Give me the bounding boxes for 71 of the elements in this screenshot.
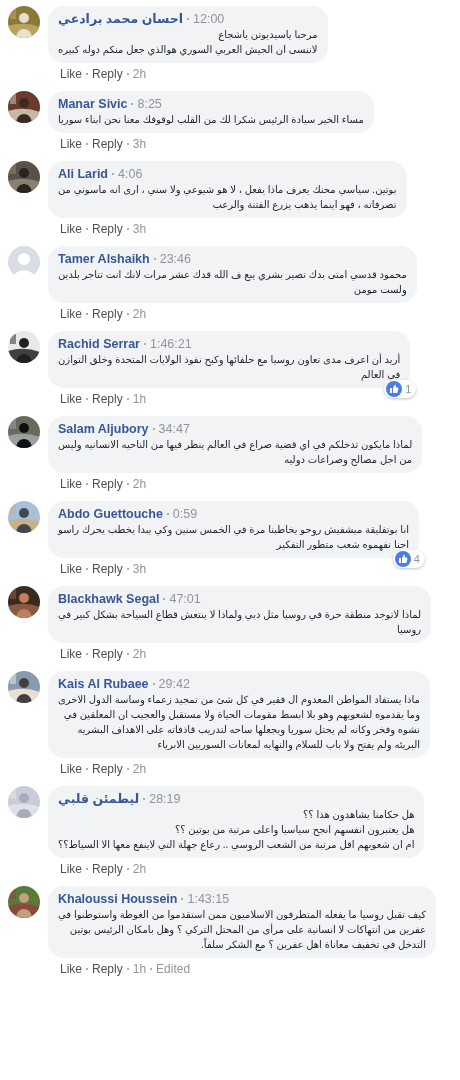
reply-link[interactable]: Reply (92, 475, 123, 493)
comment-age: 1h (132, 961, 147, 978)
comment-time: 1:46:21 (150, 336, 192, 352)
comment-text: بوتين. سياسي محنك يعرف ماذا يفعل ، لا هو شيوعي ولا سني ، ارى انه ماسوني من تصرفاته ، فهو اينما يذهب يزرع الفتنة والرعب (58, 183, 397, 212)
like-link[interactable]: Like (60, 475, 82, 493)
like-link[interactable]: Like (60, 390, 82, 408)
comment-text: محمود قدسي امتى بدك تصير بشري يبع ف الله قدك عشر مرات لانك انت تتاجر بلدين ولست مومن (58, 268, 407, 297)
reply-link[interactable]: Reply (92, 960, 123, 978)
comment-age: 3h (132, 136, 147, 153)
comment-text: لماذا لاتوجد منطقة حرة في روسيا مثل دبي ولماذا لا ينتعش قطاع السياحة بشكل كبير في روسيا (58, 608, 422, 637)
reply-link[interactable]: Reply (92, 135, 123, 153)
like-link[interactable]: Like (60, 560, 82, 578)
comment-text: أريد أن اعرف مدى تعاون روسيا مع حلفائها وكبح نفوذ الولايات المتحدة وخلق التوازن في العالم (58, 352, 401, 382)
author-link[interactable]: Manar Sivic (58, 96, 128, 112)
reply-link[interactable]: Reply (92, 760, 123, 778)
comment-time: 12:00 (193, 11, 225, 27)
like-link[interactable]: Like (60, 135, 82, 153)
author-link[interactable]: Tamer Alshaikh (58, 251, 150, 267)
comment-age: 2h (132, 646, 147, 663)
comment-time: 34:47 (158, 421, 190, 437)
comment-age: 3h (132, 561, 147, 578)
comment-time: 0:59 (172, 506, 198, 522)
comment-text: لماذا مايكون تدخلكم في اي قضية صراع في العالم ينظر فيها من الناحيه الانسانيه وليس من اجل مصالح وصراعات دوليه (58, 438, 413, 467)
comment-time: 29:42 (158, 676, 190, 692)
thumbs-up-icon (386, 380, 403, 397)
comment-text: مساء الخير سيادة الرئيس شكرا لك من القلب لوقوفك معنا نحن ابناء سوريا (58, 113, 364, 127)
comment-age: 2h (132, 476, 147, 493)
thumbs-up-icon (394, 550, 411, 567)
comment-time: 4:06 (118, 166, 143, 182)
comment-time: 47:01 (169, 591, 201, 607)
reaction-count: 1 (405, 381, 412, 397)
author-link[interactable]: Ali Larid (58, 166, 108, 182)
author-link[interactable]: ليطمئن قلبي (58, 791, 140, 807)
author-link[interactable]: Khaloussi Houssein (58, 891, 178, 907)
comment-text: مرحبا ياسيديوتن ياشجاع لاننسى ان الجيش العربي السوري هوالذي جعل منكم دوله كبيره (58, 28, 318, 57)
comment-text: كيف تقبل روسيا ما يفعله المتطرفون الاسلاميون ممن استقدموا من الغوطة واستوطنوا في عفرين من انتهاكات لا انسانية على مرأى من المحتل التركي ؟ وهل بامكان الرئيس بوتين التدخل في تخفيف معاناة اهل عفرين ؟ مع الشكر سلفاً. (58, 908, 426, 952)
like-link[interactable]: Like (60, 760, 82, 778)
like-link[interactable]: Like (60, 960, 82, 978)
reply-link[interactable]: Reply (92, 560, 123, 578)
comment-text: انا بوتفليقة ميشفيش روحو يخاطبنا مرة في الخمس سنين وكي يبدا يخطب يحرك راسو احنا نفهموه شعب متطور التفكير (58, 523, 409, 552)
like-link[interactable]: Like (60, 220, 82, 238)
like-link[interactable]: Like (60, 860, 82, 878)
author-link[interactable]: Rachid Serrar (58, 336, 140, 352)
reply-link[interactable]: Reply (92, 305, 123, 323)
reply-link[interactable]: Reply (92, 860, 123, 878)
comment-text: ماذا يستفاد المواطن المعدوم ال فقير في كل شئ من تمجيد زعماء وساسة الدول الاخرى وما يقدموه لشعوبهم وهو بلا ابسط مقومات الحياة ولا مستقبل والعجيب ان المعلقين في نشوه وفخر وكانه لم يحتل سوريا ويجعلها ساحه لتدريب قاذفاته على الاهداف البشريه البريئه ولم يفتح ولا باب للسلام والنهايه لمعانات السوريين الابرياء (58, 693, 420, 752)
comment-age: 2h (132, 761, 147, 778)
author-link[interactable]: Salam Aljubory (58, 421, 149, 437)
comment-age: 2h (132, 861, 147, 878)
reply-link[interactable]: Reply (92, 65, 123, 83)
comment-age: 3h (132, 221, 147, 238)
reply-link[interactable]: Reply (92, 645, 123, 663)
reaction-count: 4 (413, 551, 420, 567)
reply-link[interactable]: Reply (92, 390, 123, 408)
author-link[interactable]: Kais Al Rubaee (58, 676, 149, 692)
like-link[interactable]: Like (60, 645, 82, 663)
comment-time: 8:25 (137, 96, 162, 112)
comment-time: 23:46 (159, 251, 191, 267)
like-link[interactable]: Like (60, 305, 82, 323)
comment-age: 2h (132, 66, 147, 83)
author-link[interactable]: Blackhawk Segal (58, 591, 160, 607)
comment-age: 1h (132, 391, 147, 408)
comment-time: 1:43:15 (187, 891, 230, 907)
like-link[interactable]: Like (60, 65, 82, 83)
comment-time: 28:19 (149, 791, 181, 807)
comment-age: 2h (132, 306, 147, 323)
author-link[interactable]: Abdo Guettouche (58, 506, 163, 522)
author-link[interactable]: احسان محمد برادعي (58, 11, 184, 27)
reply-link[interactable]: Reply (92, 220, 123, 238)
edited-label: Edited (156, 961, 191, 978)
comment-text: هل حكامنا يشاهدون هذا ؟؟ هل يعتبرون انفسهم انجح سياسيا واعلى مرتبة من بوتين ؟؟ ام ان شعوبهم اقل مرتبة من الشعب الروسي .. رعاع جهلة التي لاينفع معها الا السياط؟؟ (58, 808, 415, 852)
